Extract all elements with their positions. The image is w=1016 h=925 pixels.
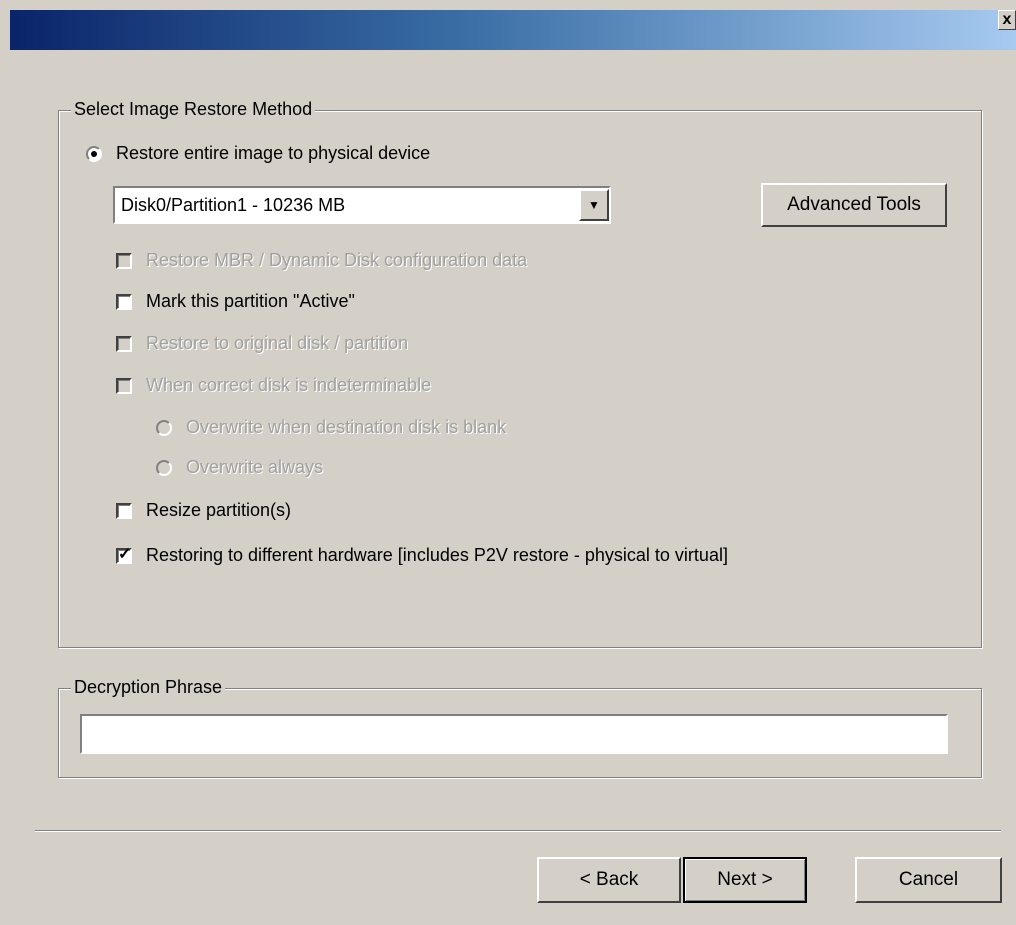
resize-partitions-row[interactable]: Resize partition(s): [116, 500, 291, 521]
restore-mbr-row: Restore MBR / Dynamic Disk configuration…: [116, 250, 527, 271]
resize-partitions-label: Resize partition(s): [146, 500, 292, 520]
disk-select-value: Disk0/Partition1 - 10236 MB: [121, 194, 346, 215]
restore-entire-label: Restore entire image to physical device: [116, 143, 431, 163]
mark-active-checkbox[interactable]: [116, 293, 132, 310]
back-button[interactable]: < Back: [537, 857, 681, 903]
overwrite-always-row: Overwrite always: [156, 457, 323, 478]
restore-mbr-checkbox: [116, 252, 132, 269]
checkmark-icon: ✓: [118, 545, 132, 563]
restore-original-row: Restore to original disk / partition: [116, 333, 408, 354]
decryption-group-label: Decryption Phrase: [71, 677, 226, 698]
footer-divider: [35, 830, 1001, 832]
radio-selected-dot: [91, 150, 97, 157]
restore-entire-radio-row[interactable]: Restore entire image to physical device: [86, 143, 430, 164]
overwrite-blank-row: Overwrite when destination disk is blank: [156, 417, 506, 438]
restore-entire-radio[interactable]: [86, 145, 102, 162]
advanced-tools-button[interactable]: Advanced Tools: [761, 183, 947, 227]
restore-method-group-label: Select Image Restore Method: [71, 99, 316, 120]
restore-original-checkbox: [116, 335, 132, 352]
different-hardware-row[interactable]: ✓ Restoring to different hardware [inclu…: [116, 545, 728, 566]
overwrite-blank-radio: [156, 419, 172, 436]
different-hardware-label: Restoring to different hardware [include…: [146, 545, 728, 565]
chevron-down-icon[interactable]: ▼: [579, 189, 609, 221]
title-bar: [10, 10, 1016, 50]
overwrite-blank-label: Overwrite when destination disk is blank: [186, 417, 507, 437]
restore-original-label: Restore to original disk / partition: [146, 333, 409, 353]
back-label: < Back: [579, 869, 639, 890]
mark-active-row[interactable]: Mark this partition "Active": [116, 291, 355, 312]
next-button[interactable]: Next >: [683, 857, 807, 903]
when-indeterminable-label: When correct disk is indeterminable: [146, 375, 432, 395]
overwrite-always-radio: [156, 459, 172, 476]
when-indeterminable-checkbox: [116, 377, 132, 394]
cancel-label: Cancel: [898, 869, 959, 890]
when-indeterminable-row: When correct disk is indeterminable: [116, 375, 431, 396]
advanced-tools-label: Advanced Tools: [787, 194, 921, 215]
different-hardware-checkbox[interactable]: ✓: [116, 545, 132, 564]
close-icon: x: [1002, 11, 1012, 28]
overwrite-always-label: Overwrite always: [186, 457, 324, 477]
cancel-button[interactable]: Cancel: [855, 857, 1002, 903]
resize-partitions-checkbox[interactable]: [116, 502, 132, 519]
next-label: Next >: [717, 869, 773, 890]
mark-active-label: Mark this partition "Active": [146, 291, 355, 311]
restore-mbr-label: Restore MBR / Dynamic Disk configuration…: [146, 250, 528, 270]
decryption-phrase-input[interactable]: [80, 714, 948, 754]
disk-select[interactable]: Disk0/Partition1 - 10236 MB ▼: [113, 186, 611, 224]
close-button[interactable]: x: [998, 10, 1016, 30]
